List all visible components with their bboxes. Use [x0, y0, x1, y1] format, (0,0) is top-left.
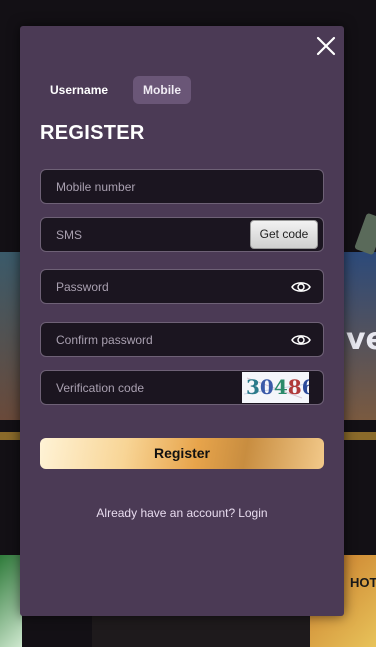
confirm-password-field — [40, 322, 324, 357]
eye-icon[interactable] — [291, 279, 311, 295]
register-modal: Username Mobile REGISTER Get code — [20, 26, 344, 616]
login-link[interactable]: Login — [238, 506, 267, 520]
password-field — [40, 269, 324, 304]
get-code-button[interactable]: Get code — [250, 220, 318, 249]
background-banner-text: ve — [346, 322, 376, 357]
captcha-text: 30486 — [246, 375, 309, 399]
background-banner-left — [0, 252, 22, 420]
confirm-password-input[interactable] — [41, 323, 323, 356]
sms-field: Get code — [40, 217, 324, 252]
mobile-number-field — [40, 169, 324, 204]
background-game-tile-left — [0, 555, 22, 647]
login-prompt: Already have an account? Login — [20, 506, 344, 520]
register-button[interactable]: Register — [40, 438, 324, 469]
tab-username[interactable]: Username — [40, 76, 118, 104]
eye-icon[interactable] — [291, 332, 311, 348]
register-method-tabs: Username Mobile — [40, 76, 192, 104]
password-input[interactable] — [41, 270, 323, 303]
captcha-image[interactable]: 30486 — [242, 372, 309, 403]
close-icon — [316, 36, 336, 56]
mobile-number-input[interactable] — [41, 170, 323, 203]
login-prompt-text: Already have an account? — [96, 506, 236, 520]
background-card — [354, 212, 376, 256]
close-button[interactable] — [314, 34, 338, 58]
tab-mobile[interactable]: Mobile — [133, 76, 192, 104]
verification-code-field: 30486 — [40, 370, 324, 405]
background-hot-badge: HOT — [350, 575, 376, 590]
page-title: REGISTER — [40, 122, 145, 144]
